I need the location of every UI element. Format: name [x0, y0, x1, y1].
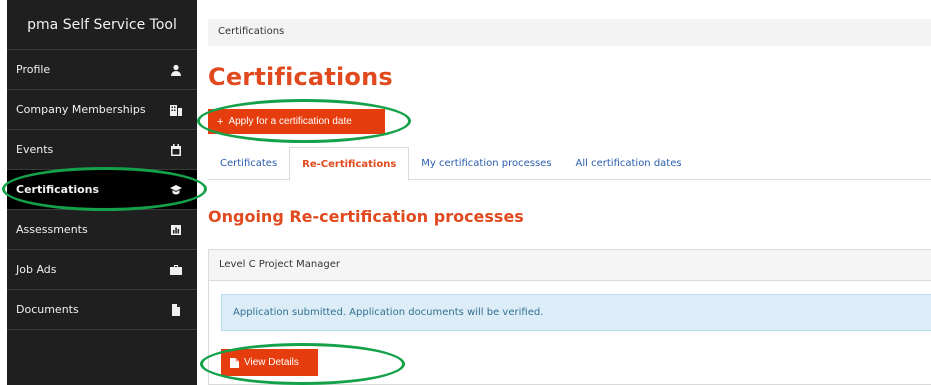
sidebar-item-label: Company Memberships [16, 103, 146, 116]
sidebar-item-company-memberships[interactable]: Company Memberships [7, 90, 197, 130]
sidebar-item-label: Assessments [16, 223, 88, 236]
page-title: Certifications [208, 63, 393, 91]
sidebar-item-label: Certifications [16, 183, 100, 196]
sidebar-item-profile[interactable]: Profile [7, 50, 197, 90]
tab-certificates[interactable]: Certificates [208, 147, 289, 180]
breadcrumb: Certifications [208, 19, 931, 46]
sidebar-item-documents[interactable]: Documents [7, 290, 197, 330]
app-brand[interactable]: pma Self Service Tool [7, 0, 197, 50]
breadcrumb-item[interactable]: Certifications [218, 26, 284, 37]
sidebar-item-certifications[interactable]: Certifications [7, 170, 197, 210]
file-icon [169, 303, 183, 317]
apply-certification-date-button[interactable]: + Apply for a certification date [208, 109, 385, 134]
sidebar-item-assessments[interactable]: Assessments [7, 210, 197, 250]
sidebar-item-events[interactable]: Events [7, 130, 197, 170]
tab-bar: Certificates Re-Certifications My certif… [208, 147, 931, 181]
button-label: View Details [244, 357, 299, 368]
sidebar-item-job-ads[interactable]: Job Ads [7, 250, 197, 290]
plus-icon: + [217, 115, 224, 128]
building-icon [169, 103, 183, 117]
view-details-button[interactable]: View Details [221, 349, 318, 376]
tab-re-certifications[interactable]: Re-Certifications [289, 147, 410, 181]
tab-all-certification-dates[interactable]: All certification dates [564, 147, 694, 180]
status-alert: Application submitted. Application docum… [221, 294, 931, 331]
sidebar: pma Self Service Tool Profile Company Me… [7, 0, 197, 385]
graduation-cap-icon [169, 183, 183, 197]
panel-heading: Level C Project Manager [209, 250, 931, 281]
briefcase-icon [169, 263, 183, 277]
sidebar-item-label: Job Ads [16, 263, 57, 276]
recertification-panel: Level C Project Manager Application subm… [208, 249, 931, 385]
sidebar-item-label: Profile [16, 63, 51, 76]
button-label: Apply for a certification date [228, 116, 352, 127]
calendar-icon [169, 143, 183, 157]
sidebar-item-label: Events [16, 143, 54, 156]
sidebar-item-label: Documents [16, 303, 79, 316]
tab-my-certification-processes[interactable]: My certification processes [409, 147, 563, 180]
user-icon [169, 63, 183, 77]
bar-chart-icon [169, 223, 183, 237]
section-title: Ongoing Re-certification processes [208, 207, 524, 226]
file-icon [230, 357, 239, 368]
